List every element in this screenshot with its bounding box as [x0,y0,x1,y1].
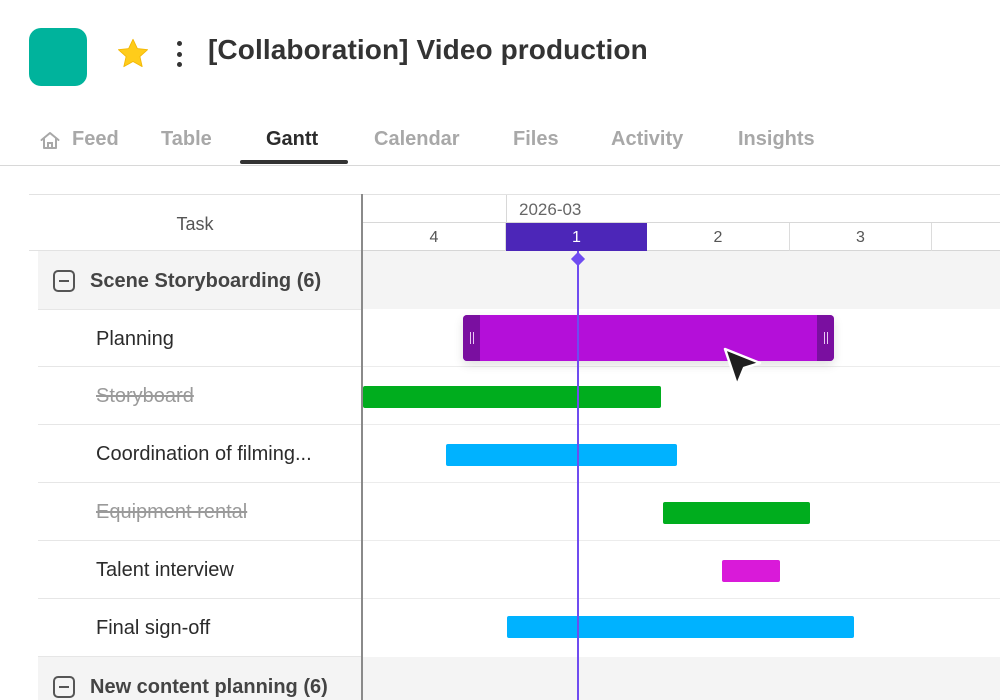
day-cell[interactable]: 3 [790,223,932,252]
active-tab-indicator [240,160,348,164]
group-label: New content planning (6) [90,676,328,698]
group-row[interactable]: Scene Storyboarding (6) [38,251,361,309]
timeline-header: 2026-03 4 1 2 3 [363,194,1000,252]
page-title: [Collaboration] Video production [208,34,648,65]
row-divider [363,424,1000,425]
gantt-bar-talent-interview[interactable] [722,560,780,582]
day-cell[interactable]: 2 [647,223,790,252]
month-divider [506,195,507,223]
task-row[interactable]: Storyboard [38,367,361,425]
project-icon[interactable] [29,28,87,86]
day-cell[interactable]: 4 [363,223,506,252]
mouse-cursor-icon [723,347,762,387]
day-cell-today[interactable]: 1 [506,223,647,252]
group-row[interactable]: New content planning (6) [38,657,361,700]
view-tabs: Feed Table Gantt Calendar Files Activity… [0,114,1000,166]
task-row[interactable]: Talent interview [38,541,361,599]
panel-divider[interactable] [361,194,363,700]
tab-files[interactable]: Files [513,128,559,151]
gantt-bar-storyboard[interactable] [363,386,661,408]
group-timeline-row [363,657,1000,700]
tab-insights[interactable]: Insights [738,128,815,151]
task-label: Storyboard [96,385,194,407]
gantt-bar-coordination[interactable] [446,444,677,466]
tab-activity[interactable]: Activity [611,128,683,151]
row-divider [363,482,1000,483]
tab-table[interactable]: Table [161,128,212,151]
day-strip: 4 1 2 3 [363,222,1000,252]
home-icon [40,132,60,149]
collapse-icon[interactable] [53,270,75,292]
task-row[interactable]: Coordination of filming... [38,425,361,483]
tab-calendar[interactable]: Calendar [374,128,460,151]
collapse-icon[interactable] [53,676,75,698]
row-divider [363,540,1000,541]
task-row[interactable]: Final sign-off [38,599,361,657]
task-column-label: Task [176,214,214,234]
task-label: Final sign-off [96,617,211,639]
gantt-bar-planning[interactable] [463,315,834,361]
row-divider [363,366,1000,367]
star-icon[interactable] [115,36,151,72]
month-label: 2026-03 [519,200,582,219]
tab-gantt[interactable]: Gantt [266,128,318,151]
resize-handle-left[interactable] [463,315,480,361]
task-label: Coordination of filming... [96,443,312,465]
gantt-bar-final-signoff[interactable] [507,616,854,638]
today-line [577,251,579,700]
task-row[interactable]: Equipment rental [38,483,361,541]
task-label: Talent interview [96,559,234,581]
task-label: Equipment rental [96,501,248,523]
task-column-header: Task [29,194,361,251]
task-row[interactable]: Planning [38,309,361,367]
resize-handle-right[interactable] [817,315,834,361]
group-timeline-row [363,251,1000,309]
gantt-bar-equipment-rental[interactable] [663,502,810,524]
more-options-icon[interactable] [169,38,189,70]
group-label: Scene Storyboarding (6) [90,270,322,292]
row-divider [363,598,1000,599]
task-label: Planning [96,328,174,350]
tab-feed[interactable]: Feed [72,128,119,151]
